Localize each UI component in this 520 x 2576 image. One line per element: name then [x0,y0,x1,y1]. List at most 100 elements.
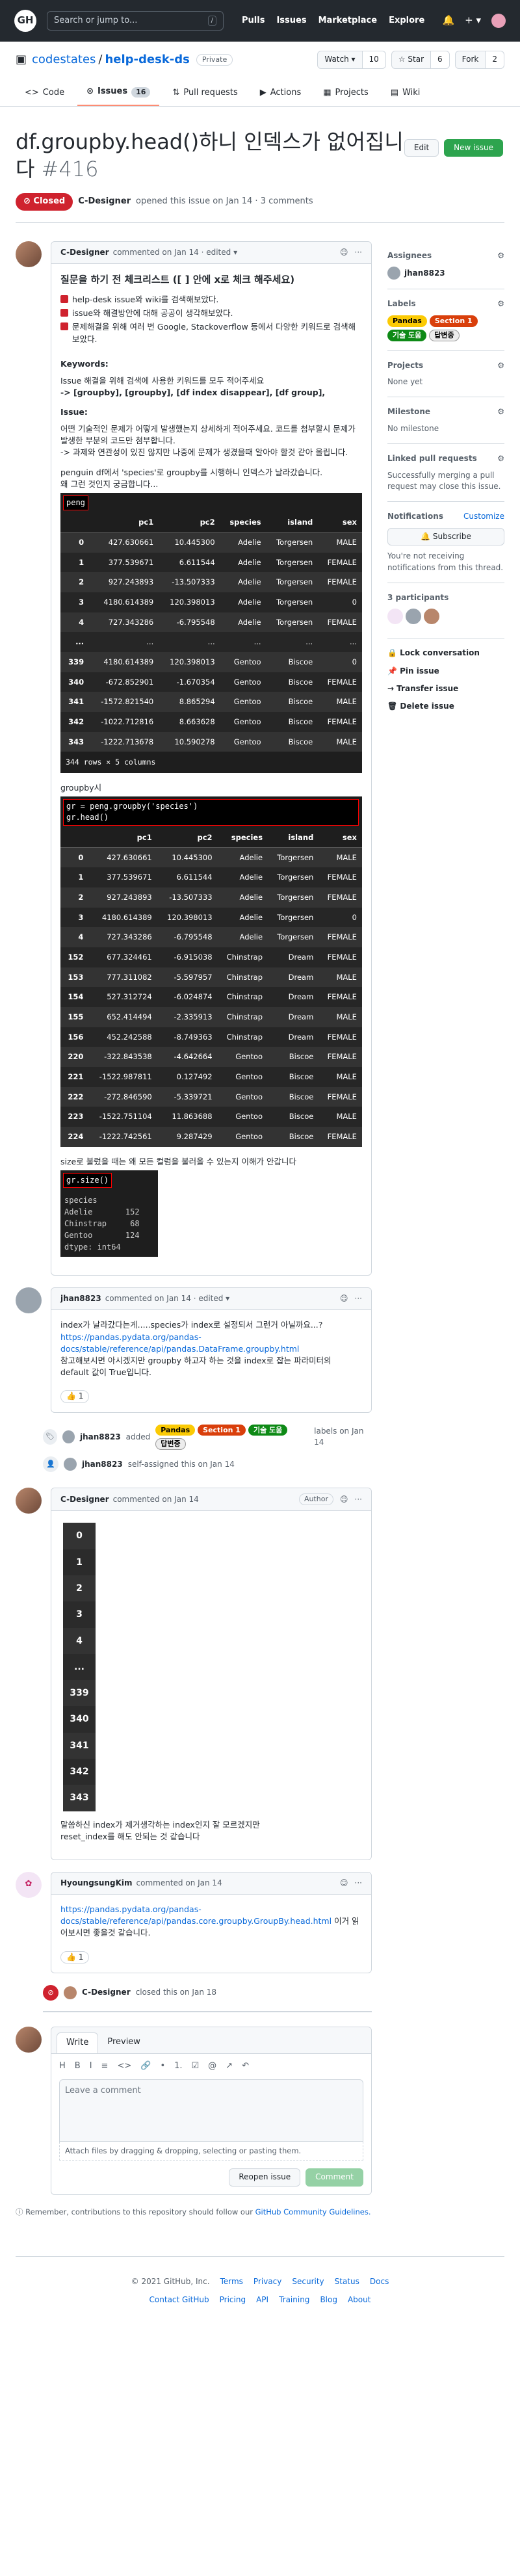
event-user[interactable]: C-Designer [82,1987,131,1998]
gear-icon[interactable]: ⚙ [497,453,504,464]
avatar[interactable] [16,1287,42,1314]
tab-actions[interactable]: ▶ Actions [251,87,311,106]
kebab-icon[interactable]: ··· [355,1878,362,1889]
label-2[interactable]: 기술 도움 [248,1424,288,1436]
toolbar-button[interactable]: ≡ [101,2060,109,2073]
kebab-icon[interactable]: ··· [355,1494,362,1505]
doc-link[interactable]: https://pandas.pydata.org/pandas-docs/st… [60,1904,332,1926]
comment-textarea[interactable]: Leave a comment [59,2079,363,2142]
author-link[interactable]: C-Designer [78,196,131,208]
footer-link[interactable]: Docs [370,2276,389,2287]
toolbar-button[interactable]: ↗ [226,2060,233,2073]
avatar[interactable] [387,609,403,625]
assignee[interactable]: jhan8823 [404,268,445,279]
label-0[interactable]: Pandas [387,315,427,327]
smiley-icon[interactable]: ☺ [340,1293,348,1304]
label-2[interactable]: 기술 도움 [387,329,427,341]
tab-write[interactable]: Write [57,2032,99,2053]
label-0[interactable]: Pandas [155,1424,196,1436]
toolbar-button[interactable]: ☑ [192,2060,200,2073]
checkbox-icon[interactable] [60,295,68,304]
guidelines-link[interactable]: GitHub Community Guidelines. [255,2207,371,2216]
fork-button[interactable]: Fork 2 [454,51,504,69]
footer-link[interactable]: Training [279,2294,309,2306]
footer-link[interactable]: About [348,2294,370,2306]
footer-link[interactable]: Pricing [220,2294,246,2306]
toolbar-button[interactable]: <> [117,2060,131,2073]
topnav-explore[interactable]: Explore [389,15,424,27]
footer-link[interactable]: Status [335,2276,359,2287]
new-issue-button[interactable]: New issue [444,139,503,157]
reopen-issue-button[interactable]: Reopen issue [229,2168,301,2187]
checkbox-icon[interactable] [60,322,68,331]
toolbar-button[interactable]: • [160,2060,165,2073]
kebab-icon[interactable]: ··· [355,1293,362,1304]
comment-author[interactable]: C-Designer [60,247,109,258]
label-1[interactable]: Section 1 [198,1424,246,1436]
tab-code[interactable]: <> Code [16,87,73,106]
toolbar-button[interactable]: 1. [174,2060,182,2073]
tab-wiki[interactable]: ▤ Wiki [382,87,430,106]
event-user[interactable]: jhan8823 [82,1459,123,1470]
pin-issue[interactable]: 📌 Pin issue [387,666,504,677]
toolbar-button[interactable]: ↶ [242,2060,249,2073]
kebab-icon[interactable]: ··· [355,247,362,258]
event-user[interactable]: jhan8823 [80,1432,121,1443]
gear-icon[interactable]: ⚙ [497,360,504,371]
subscribe-button[interactable]: 🔔 Subscribe [387,527,504,546]
delete-issue[interactable]: 🗑 Delete issue [387,701,504,712]
smiley-icon[interactable]: ☺ [340,1494,348,1505]
tab-projects[interactable]: ▦ Projects [314,87,378,106]
comment-author[interactable]: jhan8823 [60,1293,101,1304]
footer-link[interactable]: Contact GitHub [150,2294,209,2306]
tab-preview[interactable]: Preview [98,2032,150,2053]
avatar[interactable] [16,241,42,268]
repo-name-link[interactable]: help-desk-ds [105,51,189,68]
footer-link[interactable]: Security [292,2276,324,2287]
comment-author[interactable]: C-Designer [60,1494,109,1505]
avatar[interactable] [16,1488,42,1514]
footer-link[interactable]: Blog [320,2294,337,2306]
avatar[interactable] [387,267,400,280]
footer-link[interactable]: Terms [220,2276,243,2287]
toolbar-button[interactable]: H [59,2060,66,2073]
plus-icon[interactable]: + ▾ [465,14,481,28]
topnav-pulls[interactable]: Pulls [242,15,265,27]
comment-button[interactable]: Comment [306,2168,363,2187]
smiley-icon[interactable]: ☺ [340,247,348,258]
avatar[interactable] [64,1986,77,1999]
edit-button[interactable]: Edit [404,139,439,157]
toolbar-button[interactable]: B [75,2060,81,2073]
gear-icon[interactable]: ⚙ [497,406,504,417]
avatar[interactable] [64,1458,77,1471]
footer-link[interactable]: API [256,2294,268,2306]
topnav-issues[interactable]: Issues [276,15,306,27]
label-3[interactable]: 답변중 [429,329,460,341]
label-1[interactable]: Section 1 [429,315,478,327]
watch-button[interactable]: Watch ▾ 10 [317,51,386,69]
tab-issues[interactable]: ⊙ Issues 16 [77,86,160,106]
toolbar-button[interactable]: I [90,2060,92,2073]
attach-files[interactable]: Attach files by dragging & dropping, sel… [59,2141,363,2161]
repo-owner-link[interactable]: codestates [32,51,96,68]
github-logo-icon[interactable]: GH [14,10,36,32]
toolbar-button[interactable]: 🔗 [140,2060,151,2073]
avatar[interactable] [62,1430,75,1444]
footer-link[interactable]: Privacy [254,2276,281,2287]
avatar[interactable]: ✿ [16,1871,42,1898]
smiley-icon[interactable]: ☺ [340,1878,348,1889]
topnav-marketplace[interactable]: Marketplace [318,15,378,27]
star-button[interactable]: ☆ Star 6 [391,51,450,69]
avatar[interactable] [491,14,506,28]
customize-link[interactable]: Customize [463,511,504,522]
lock-conversation[interactable]: 🔒 Lock conversation [387,648,504,659]
gear-icon[interactable]: ⚙ [497,250,504,261]
tab-pull-requests[interactable]: ⇅ Pull requests [163,87,246,106]
doc-link[interactable]: https://pandas.pydata.org/pandas-docs/st… [60,1332,299,1354]
label-3[interactable]: 답변중 [155,1438,186,1451]
toolbar-button[interactable]: @ [208,2060,216,2073]
avatar[interactable] [423,609,439,625]
avatar[interactable] [405,609,421,625]
bell-icon[interactable]: 🔔 [442,14,454,28]
transfer-issue[interactable]: → Transfer issue [387,683,504,694]
